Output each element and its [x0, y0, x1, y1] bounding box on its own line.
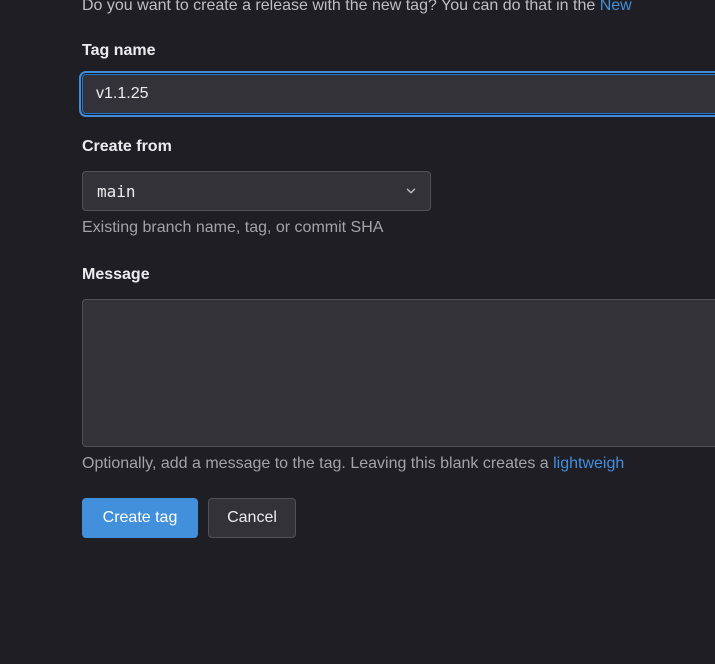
- create-from-help-text: Existing branch name, tag, or commit SHA: [82, 219, 384, 236]
- create-tag-button[interactable]: Create tag: [82, 498, 198, 538]
- create-from-dropdown[interactable]: main: [82, 171, 431, 211]
- tag-name-input[interactable]: [82, 74, 715, 114]
- new-tag-form: Do you want to create a release with the…: [82, 0, 715, 664]
- chevron-down-icon: [406, 188, 416, 194]
- tag-name-label: Tag name: [82, 42, 156, 59]
- message-help-message: Optionally, add a message to the tag. Le…: [82, 455, 554, 472]
- new-release-link[interactable]: New: [600, 0, 632, 14]
- message-textarea[interactable]: [82, 299, 715, 447]
- create-from-label: Create from: [82, 138, 172, 155]
- release-intro-text: Do you want to create a release with the…: [82, 0, 632, 15]
- lightweight-tag-link[interactable]: lightweigh: [553, 455, 624, 472]
- message-label: Message: [82, 266, 150, 283]
- create-from-selected-value: main: [97, 182, 136, 201]
- release-intro-message: Do you want to create a release with the…: [82, 0, 600, 14]
- cancel-button[interactable]: Cancel: [208, 498, 296, 538]
- message-help-text: Optionally, add a message to the tag. Le…: [82, 455, 624, 473]
